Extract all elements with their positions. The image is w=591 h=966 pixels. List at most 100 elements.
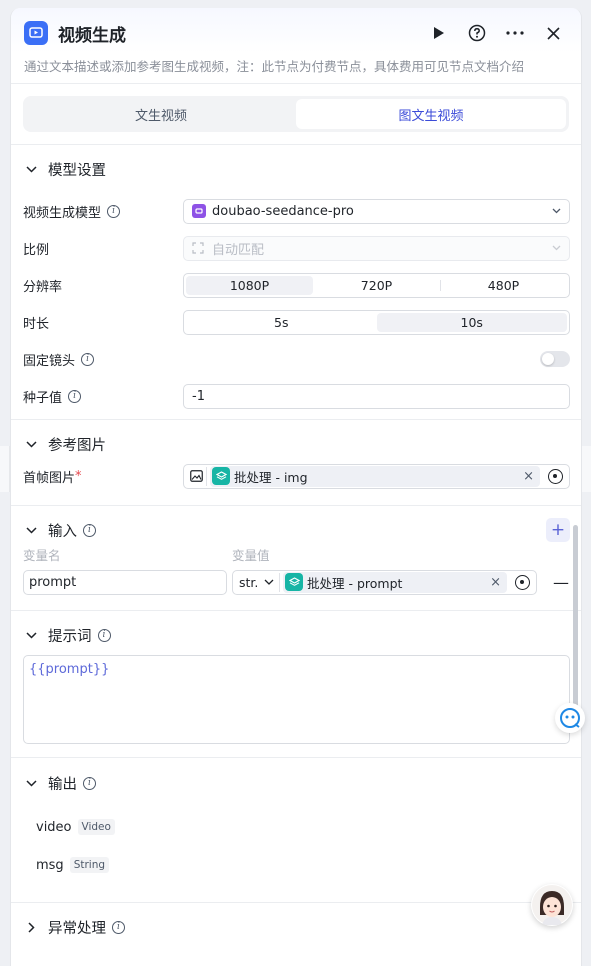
- chevron-down-icon: [25, 629, 37, 641]
- chat-assistant-button[interactable]: [555, 703, 585, 733]
- chevron-down-icon: [25, 438, 37, 450]
- col-value-header: 变量值: [232, 547, 270, 563]
- help-button[interactable]: [462, 20, 492, 46]
- exception-header[interactable]: 异常处理 i: [23, 903, 570, 951]
- duration-option-5s[interactable]: 5s: [186, 313, 377, 332]
- type-select[interactable]: str.: [236, 572, 280, 592]
- chevron-down-icon: [552, 245, 561, 251]
- panel-title: 视频生成: [58, 25, 126, 46]
- model-value: doubao-seedance-pro: [212, 203, 354, 219]
- chevron-right-icon: [25, 921, 37, 933]
- panel-header: 视频生成 通过文本描述或添加参考图生成视频，注：此节点为付费节点，具体费用可见节…: [11, 8, 581, 84]
- run-button[interactable]: [424, 20, 454, 46]
- info-icon[interactable]: i: [81, 352, 95, 366]
- chevron-down-icon: [264, 579, 274, 585]
- prompt-value: {{prompt}}: [29, 662, 110, 677]
- input-row: prompt str. 批处理 - prompt × —: [23, 564, 570, 600]
- model-select[interactable]: doubao-seedance-pro: [183, 198, 570, 224]
- avatar-icon: [532, 885, 572, 925]
- more-button[interactable]: [500, 20, 530, 46]
- output-name: video: [36, 819, 72, 835]
- ratio-value: 自动匹配: [212, 242, 265, 258]
- output-item: video Video: [23, 808, 570, 846]
- prompt-title: 提示词: [48, 628, 92, 645]
- resolution-option-480p[interactable]: 480P: [440, 276, 567, 295]
- info-icon[interactable]: i: [112, 920, 125, 934]
- clear-icon[interactable]: ×: [490, 575, 501, 590]
- mode-tabs: 文生视频 图文生视频: [23, 96, 569, 132]
- inputs-column-headers: 变量名 变量值: [23, 544, 570, 564]
- duration-row: 时长 5s 10s: [23, 304, 570, 340]
- variable-value-field: str. 批处理 - prompt ×: [232, 569, 537, 595]
- reference-title: 参考图片: [48, 437, 106, 454]
- clear-icon[interactable]: ×: [523, 469, 534, 484]
- chevron-down-icon: [25, 777, 37, 789]
- image-type-icon: [187, 466, 207, 486]
- model-brand-icon: [192, 204, 206, 218]
- close-icon: [546, 26, 560, 40]
- resolution-option-720p[interactable]: 720P: [313, 276, 440, 295]
- video-node-icon: [24, 21, 48, 45]
- resolution-option-1080p[interactable]: 1080P: [186, 275, 313, 295]
- inputs-section: 输入 i + 变量名 变量值 prompt str. 批处理 - prompt …: [11, 506, 581, 611]
- resolution-row: 分辨率 1080P 720P 480P: [23, 267, 570, 303]
- ratio-label: 比例: [23, 242, 50, 258]
- node-config-panel: 视频生成 通过文本描述或添加参考图生成视频，注：此节点为付费节点，具体费用可见节…: [10, 8, 582, 966]
- exception-section: 异常处理 i: [11, 903, 581, 951]
- required-mark: *: [75, 468, 82, 484]
- model-settings-section: 模型设置 视频生成模型 i doubao-seedance-pro 比例 自动匹配: [11, 145, 581, 420]
- model-settings-header[interactable]: 模型设置: [23, 145, 570, 193]
- prompt-editor[interactable]: {{prompt}}: [23, 655, 570, 744]
- model-label: 视频生成模型: [23, 205, 102, 221]
- duration-label: 时长: [23, 316, 50, 332]
- seed-row: 种子值 i -1: [23, 378, 570, 414]
- info-icon[interactable]: i: [68, 389, 82, 403]
- remove-input-button[interactable]: —: [553, 573, 569, 592]
- info-icon[interactable]: i: [83, 776, 96, 790]
- play-icon: [434, 27, 444, 39]
- close-button[interactable]: [538, 20, 568, 46]
- ratio-select[interactable]: 自动匹配: [183, 235, 570, 261]
- inputs-title: 输入: [48, 523, 77, 540]
- seed-value: -1: [192, 388, 205, 404]
- target-icon[interactable]: [548, 468, 563, 484]
- seed-label: 种子值: [23, 390, 63, 406]
- info-icon[interactable]: i: [107, 204, 121, 218]
- chevron-down-icon: [25, 163, 37, 175]
- canvas-background-right: [581, 446, 591, 492]
- first-frame-ref-value: 批处理 - img: [234, 469, 308, 485]
- type-value: str.: [239, 574, 259, 590]
- chevron-down-icon: [552, 208, 561, 214]
- tab-text-to-video[interactable]: 文生视频: [26, 99, 296, 129]
- info-icon[interactable]: i: [83, 523, 96, 537]
- resolution-segmented: 1080P 720P 480P: [183, 272, 570, 298]
- fixed-camera-toggle[interactable]: [540, 351, 570, 367]
- assistant-avatar-button[interactable]: [531, 884, 573, 926]
- target-icon[interactable]: [515, 574, 530, 590]
- prompt-header[interactable]: 提示词 i: [23, 611, 570, 659]
- first-frame-field[interactable]: 批处理 - img ×: [183, 463, 570, 489]
- first-frame-row: 首帧图片 * 批处理 - img ×: [23, 458, 570, 494]
- chevron-down-icon: [25, 524, 37, 536]
- add-input-button[interactable]: +: [546, 518, 570, 542]
- variable-name-value: prompt: [29, 574, 77, 590]
- resolution-label: 分辨率: [23, 279, 63, 295]
- chat-bot-icon: [560, 708, 580, 728]
- exception-title: 异常处理: [48, 920, 106, 937]
- seed-input[interactable]: -1: [183, 383, 570, 409]
- scrollbar[interactable]: [573, 525, 578, 715]
- batch-node-icon: [285, 573, 303, 591]
- duration-option-10s[interactable]: 10s: [376, 312, 567, 332]
- info-icon[interactable]: i: [97, 628, 111, 642]
- outputs-title: 输出: [48, 776, 77, 793]
- outputs-header[interactable]: 输出 i: [23, 758, 570, 808]
- first-frame-label: 首帧图片: [23, 470, 76, 486]
- panel-description: 通过文本描述或添加参考图生成视频，注：此节点为付费节点，具体费用可见节点文档介绍: [24, 59, 525, 74]
- variable-name-input[interactable]: prompt: [23, 569, 227, 595]
- tab-image-text-to-video[interactable]: 图文生视频: [296, 99, 566, 129]
- ratio-row: 比例 自动匹配: [23, 230, 570, 266]
- aspect-ratio-icon: [192, 242, 204, 254]
- output-item: msg String: [23, 846, 570, 884]
- output-name: msg: [36, 857, 64, 873]
- more-icon: [506, 31, 524, 35]
